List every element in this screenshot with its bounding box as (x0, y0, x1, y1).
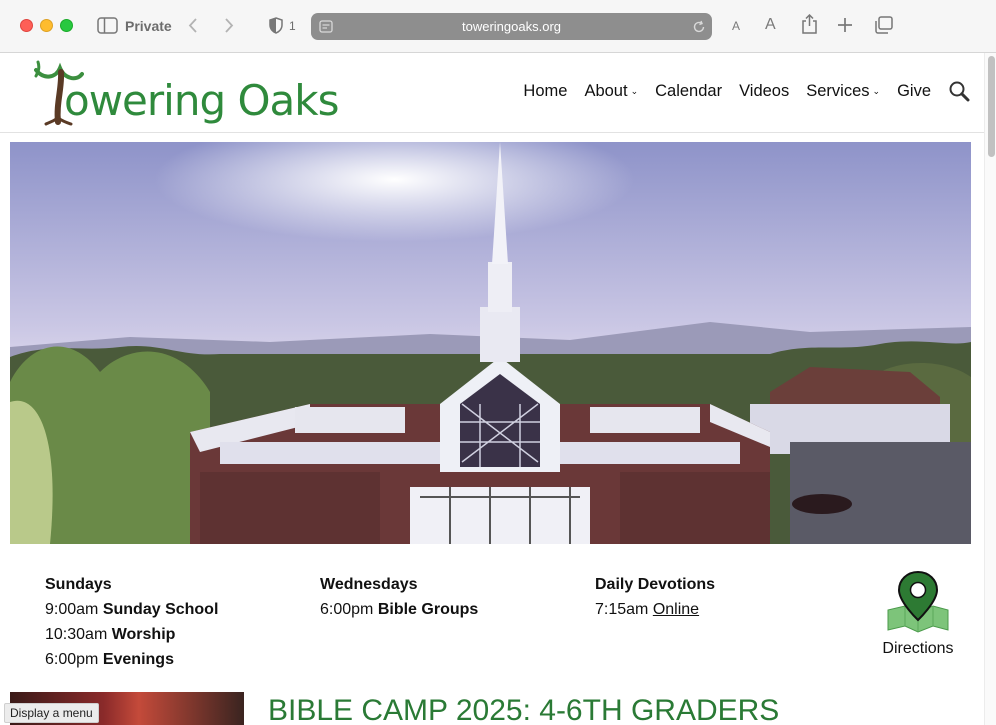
nav-home[interactable]: Home (523, 82, 567, 104)
schedule-row: 9:00am Sunday School (45, 601, 219, 618)
decrease-text-size-button[interactable]: A (732, 20, 740, 32)
back-icon[interactable] (187, 17, 199, 34)
sundays-schedule: Sundays 9:00am Sunday School 10:30am Wor… (45, 572, 218, 672)
online-devotions-link[interactable]: Online (653, 601, 699, 618)
wednesdays-schedule: Wednesdays 6:00pm Bible Groups (320, 572, 478, 622)
tracker-count: 1 (289, 19, 296, 33)
directions-link[interactable]: Directions (878, 570, 958, 658)
nav-give-label: Give (897, 82, 931, 100)
nav-about[interactable]: About ⌄ (584, 82, 638, 104)
nav-services-label: Services (806, 82, 870, 100)
scrollbar-thumb[interactable] (988, 56, 995, 157)
main-nav: Home About ⌄ Calendar Videos Services ⌄ Gi… (506, 80, 970, 104)
nav-calendar[interactable]: Calendar (655, 82, 722, 104)
reload-icon[interactable] (692, 20, 706, 34)
schedule-row: 10:30am Worship (45, 626, 176, 643)
status-tooltip: Display a menu (4, 703, 99, 723)
nav-home-label: Home (523, 82, 568, 100)
address-bar[interactable]: toweringoaks.org (311, 13, 712, 40)
sundays-title: Sundays (45, 576, 112, 593)
share-icon[interactable] (801, 14, 818, 34)
close-window-button[interactable] (20, 19, 33, 32)
devotions-schedule: Daily Devotions 7:15am Online (595, 572, 715, 622)
site-logo[interactable]: owering Oaks (34, 56, 339, 128)
nav-videos-label: Videos (739, 82, 790, 100)
site-header: owering Oaks Home About ⌄ Calendar Videos… (0, 53, 984, 133)
url-text: toweringoaks.org (462, 19, 561, 34)
sidebar-icon[interactable] (97, 17, 118, 34)
map-pin-icon (887, 570, 949, 633)
increase-text-size-button[interactable]: A (765, 17, 776, 33)
devotions-title: Daily Devotions (595, 576, 716, 593)
forward-icon[interactable] (223, 17, 235, 34)
site-logo-text: owering Oaks (64, 76, 339, 125)
new-tab-icon[interactable] (837, 17, 853, 33)
page-scrollbar[interactable] (984, 53, 996, 725)
private-label: Private (125, 18, 172, 34)
chevron-down-icon: ⌄ (872, 86, 881, 96)
privacy-shield-icon[interactable] (268, 17, 284, 34)
search-icon[interactable] (948, 80, 970, 102)
zoom-window-button[interactable] (60, 19, 73, 32)
nav-services[interactable]: Services ⌄ (806, 82, 880, 104)
church-aerial-photo (10, 142, 971, 544)
directions-label: Directions (882, 640, 954, 657)
schedule-row: 6:00pm Evenings (45, 651, 174, 668)
hero-image (10, 142, 971, 544)
chevron-down-icon: ⌄ (630, 86, 639, 96)
nav-videos[interactable]: Videos (739, 82, 789, 104)
nav-about-label: About (584, 82, 628, 100)
browser-toolbar: Private 1 toweringoaks.org A A (0, 0, 996, 53)
article-title[interactable]: BIBLE CAMP 2025: 4-6TH GRADERS (268, 694, 779, 725)
tab-overview-icon[interactable] (874, 16, 893, 34)
nav-calendar-label: Calendar (655, 82, 723, 100)
schedule-row: 6:00pm Bible Groups (320, 601, 479, 618)
schedule-row: 7:15am Online (595, 601, 700, 618)
nav-give[interactable]: Give (897, 82, 931, 104)
wednesdays-title: Wednesdays (320, 576, 418, 593)
minimize-window-button[interactable] (40, 19, 53, 32)
